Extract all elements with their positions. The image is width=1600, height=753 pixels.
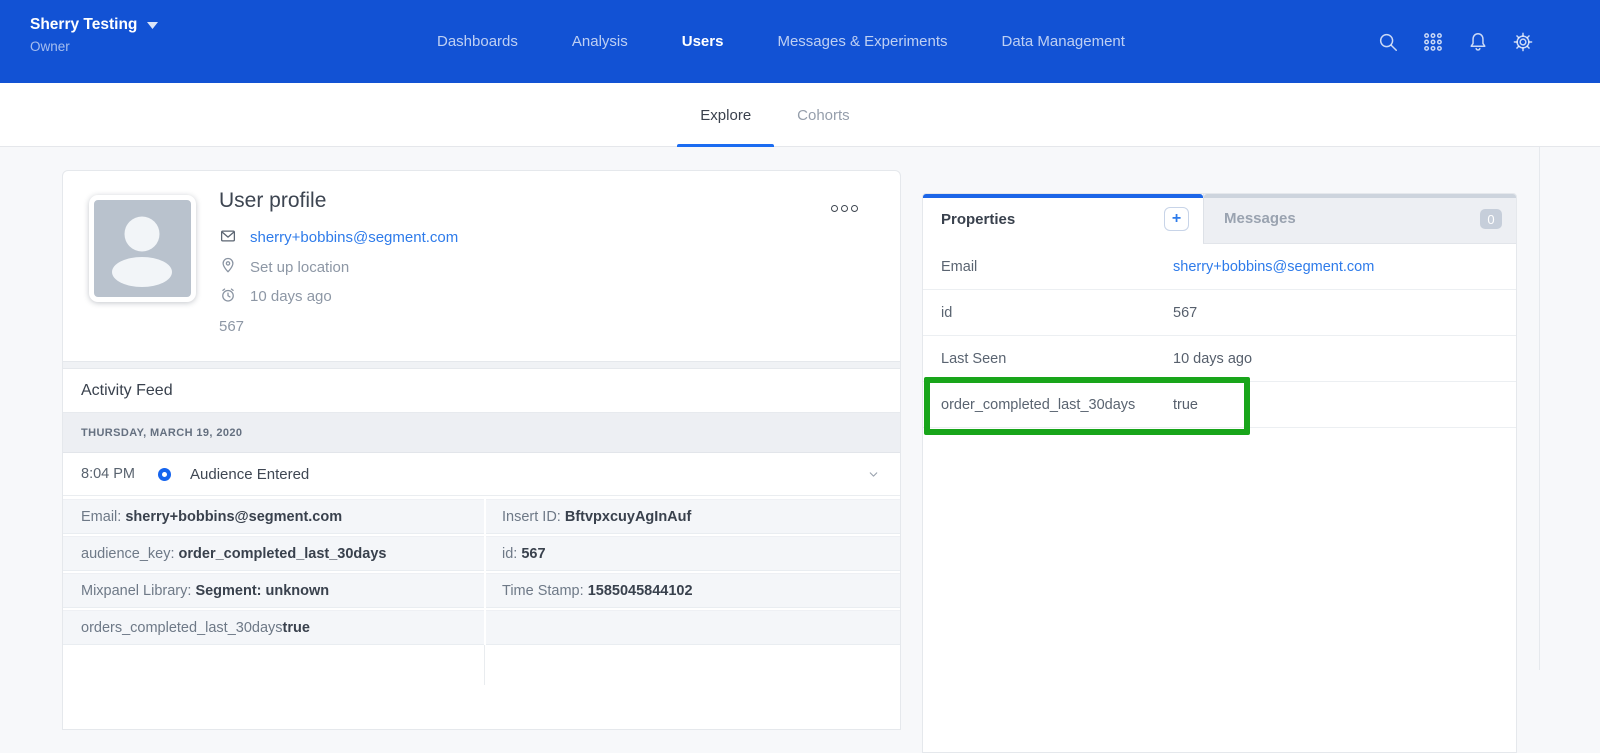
- tab-properties-label: Properties: [941, 211, 1015, 228]
- tab-cohorts-label: Cohorts: [797, 107, 850, 124]
- project-role: Owner: [30, 39, 158, 54]
- nav-item-dashboards[interactable]: Dashboards: [437, 33, 518, 50]
- avatar: [89, 195, 196, 302]
- apps-grid-icon[interactable]: [1422, 31, 1444, 53]
- detail-cell: id: 567: [486, 536, 900, 571]
- tab-messages-label: Messages: [1224, 210, 1296, 227]
- section-divider: [63, 361, 900, 369]
- nav-item-users[interactable]: Users: [682, 33, 724, 50]
- last-seen-clock-icon: [219, 286, 237, 308]
- property-row-id: id 567: [923, 290, 1516, 336]
- detail-cell: audience_key: order_completed_last_30day…: [63, 536, 484, 571]
- detail-cell: [486, 610, 900, 645]
- tab-properties[interactable]: Properties +: [923, 194, 1203, 244]
- page-title: User profile: [219, 189, 458, 213]
- main-content: User profile sherry+bobbins@segment.com: [0, 147, 1600, 670]
- property-row-email: Email sherry+bobbins@segment.com: [923, 244, 1516, 290]
- event-details-table: Email: sherry+bobbins@segment.com Insert…: [63, 496, 900, 645]
- nav-item-messages-experiments[interactable]: Messages & Experiments: [777, 33, 947, 50]
- more-options-button[interactable]: [831, 205, 858, 212]
- detail-cell: Email: sherry+bobbins@segment.com: [63, 499, 484, 534]
- property-row-order-completed: order_completed_last_30days true: [923, 382, 1516, 428]
- nav-item-analysis[interactable]: Analysis: [572, 33, 628, 50]
- activity-event-row[interactable]: 8:04 PM Audience Entered: [63, 453, 900, 496]
- detail-cell: Time Stamp: 1585045844102: [486, 573, 900, 608]
- tab-messages[interactable]: Messages 0: [1203, 194, 1516, 244]
- project-switcher[interactable]: Sherry Testing Owner: [30, 16, 158, 54]
- detail-cell: Mixpanel Library: Segment: unknown: [63, 573, 484, 608]
- notifications-bell-icon[interactable]: [1467, 31, 1489, 53]
- tab-cohorts[interactable]: Cohorts: [774, 83, 873, 147]
- nav-item-data-management[interactable]: Data Management: [1002, 33, 1125, 50]
- event-type-dot-icon: [158, 468, 171, 481]
- profile-location[interactable]: Set up location: [250, 259, 349, 276]
- search-icon[interactable]: [1377, 31, 1399, 53]
- details-table-continuation: [63, 645, 900, 685]
- tab-explore-label: Explore: [700, 107, 751, 124]
- profile-last-seen: 10 days ago: [250, 288, 332, 305]
- email-icon: [219, 227, 237, 249]
- profile-id: 567: [219, 312, 458, 342]
- add-property-button[interactable]: +: [1164, 207, 1189, 231]
- chevron-down-icon[interactable]: [867, 468, 880, 481]
- activity-feed-header: Activity Feed: [63, 369, 900, 413]
- profile-email-link[interactable]: sherry+bobbins@segment.com: [250, 229, 458, 246]
- event-name: Audience Entered: [190, 466, 309, 483]
- detail-cell: Insert ID: BftvpxcuyAgInAuf: [486, 499, 900, 534]
- settings-gear-icon[interactable]: [1512, 31, 1534, 53]
- properties-panel: Properties + Messages 0 Email sherry+bob…: [922, 193, 1517, 753]
- user-profile-card: User profile sherry+bobbins@segment.com: [62, 170, 901, 730]
- top-nav: Sherry Testing Owner Dashboards Analysis…: [0, 0, 1600, 83]
- content-edge-divider: [1539, 147, 1540, 670]
- property-row-last-seen: Last Seen 10 days ago: [923, 336, 1516, 382]
- project-name: Sherry Testing: [30, 16, 137, 34]
- messages-count-badge: 0: [1480, 209, 1502, 229]
- property-email-link[interactable]: sherry+bobbins@segment.com: [1173, 259, 1374, 275]
- page-tabs: Explore Cohorts: [0, 83, 1600, 147]
- caret-down-icon: [147, 16, 158, 34]
- tab-explore[interactable]: Explore: [677, 83, 774, 147]
- detail-cell: orders_completed_last_30daystrue: [63, 610, 484, 645]
- primary-nav: Dashboards Analysis Users Messages & Exp…: [437, 0, 1125, 83]
- event-time: 8:04 PM: [81, 466, 158, 482]
- location-pin-icon: [219, 256, 237, 278]
- activity-date-header: THURSDAY, MARCH 19, 2020: [63, 413, 900, 453]
